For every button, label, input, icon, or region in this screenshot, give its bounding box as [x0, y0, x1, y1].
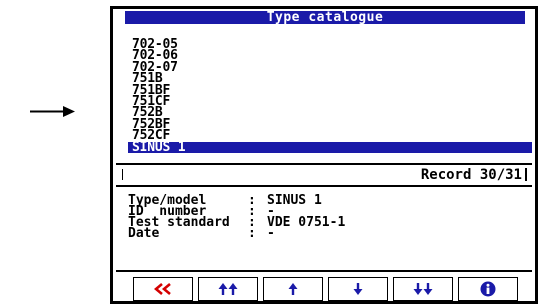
- detail-label: Date: [128, 226, 160, 241]
- type-list-item[interactable]: 702-07: [128, 61, 532, 74]
- type-list-item[interactable]: 751BF: [128, 83, 532, 96]
- page-up-button[interactable]: [198, 277, 258, 301]
- info-icon: [480, 281, 496, 297]
- detail-value: VDE 0751-1: [267, 215, 346, 230]
- next-record-button[interactable]: [328, 277, 388, 301]
- first-record-button[interactable]: [133, 277, 193, 301]
- type-list-item[interactable]: 751B: [128, 72, 532, 85]
- type-list-item[interactable]: 752BF: [128, 118, 532, 131]
- type-list-item[interactable]: 702-06: [128, 49, 532, 62]
- device-frame: Type catalogue 702-05 702-06 702-07 751B…: [110, 6, 538, 304]
- double-arrow-up-icon: [218, 283, 238, 295]
- navigation-toolbar: [116, 277, 532, 301]
- type-list-panel: 702-05 702-06 702-07 751B 751BF 751CF 75…: [116, 25, 532, 165]
- type-list-item-selected[interactable]: SINUS 1: [128, 140, 532, 154]
- window-title: Type catalogue: [125, 11, 525, 24]
- double-arrow-down-icon: [413, 283, 433, 295]
- type-list-item[interactable]: 751CF: [128, 95, 532, 108]
- type-list-item[interactable]: 702-05: [128, 38, 532, 51]
- detail-value: -: [267, 226, 275, 241]
- details-panel: Type/model : SINUS 1 ID number : - Test …: [116, 187, 532, 272]
- previous-record-button[interactable]: [263, 277, 323, 301]
- type-list-item[interactable]: 752CF: [128, 129, 532, 142]
- text-cursor-right: [525, 168, 527, 181]
- arrow-down-icon: [353, 283, 363, 295]
- text-cursor-left: [122, 169, 123, 180]
- info-button[interactable]: [458, 277, 518, 301]
- type-list[interactable]: 702-05 702-06 702-07 751B 751BF 751CF 75…: [128, 38, 532, 154]
- type-list-item[interactable]: 752B: [128, 106, 532, 119]
- record-counter: Record 30/31: [420, 167, 522, 183]
- page-down-button[interactable]: [393, 277, 453, 301]
- double-chevron-left-icon: [154, 283, 171, 295]
- detail-value: SINUS 1: [267, 193, 322, 208]
- arrow-up-icon: [288, 283, 298, 295]
- screen: Type catalogue 702-05 702-06 702-07 751B…: [113, 9, 535, 301]
- pointer-arrow-icon: [30, 106, 75, 117]
- record-status-bar: Record 30/31: [116, 165, 532, 187]
- detail-separator: :: [248, 226, 256, 241]
